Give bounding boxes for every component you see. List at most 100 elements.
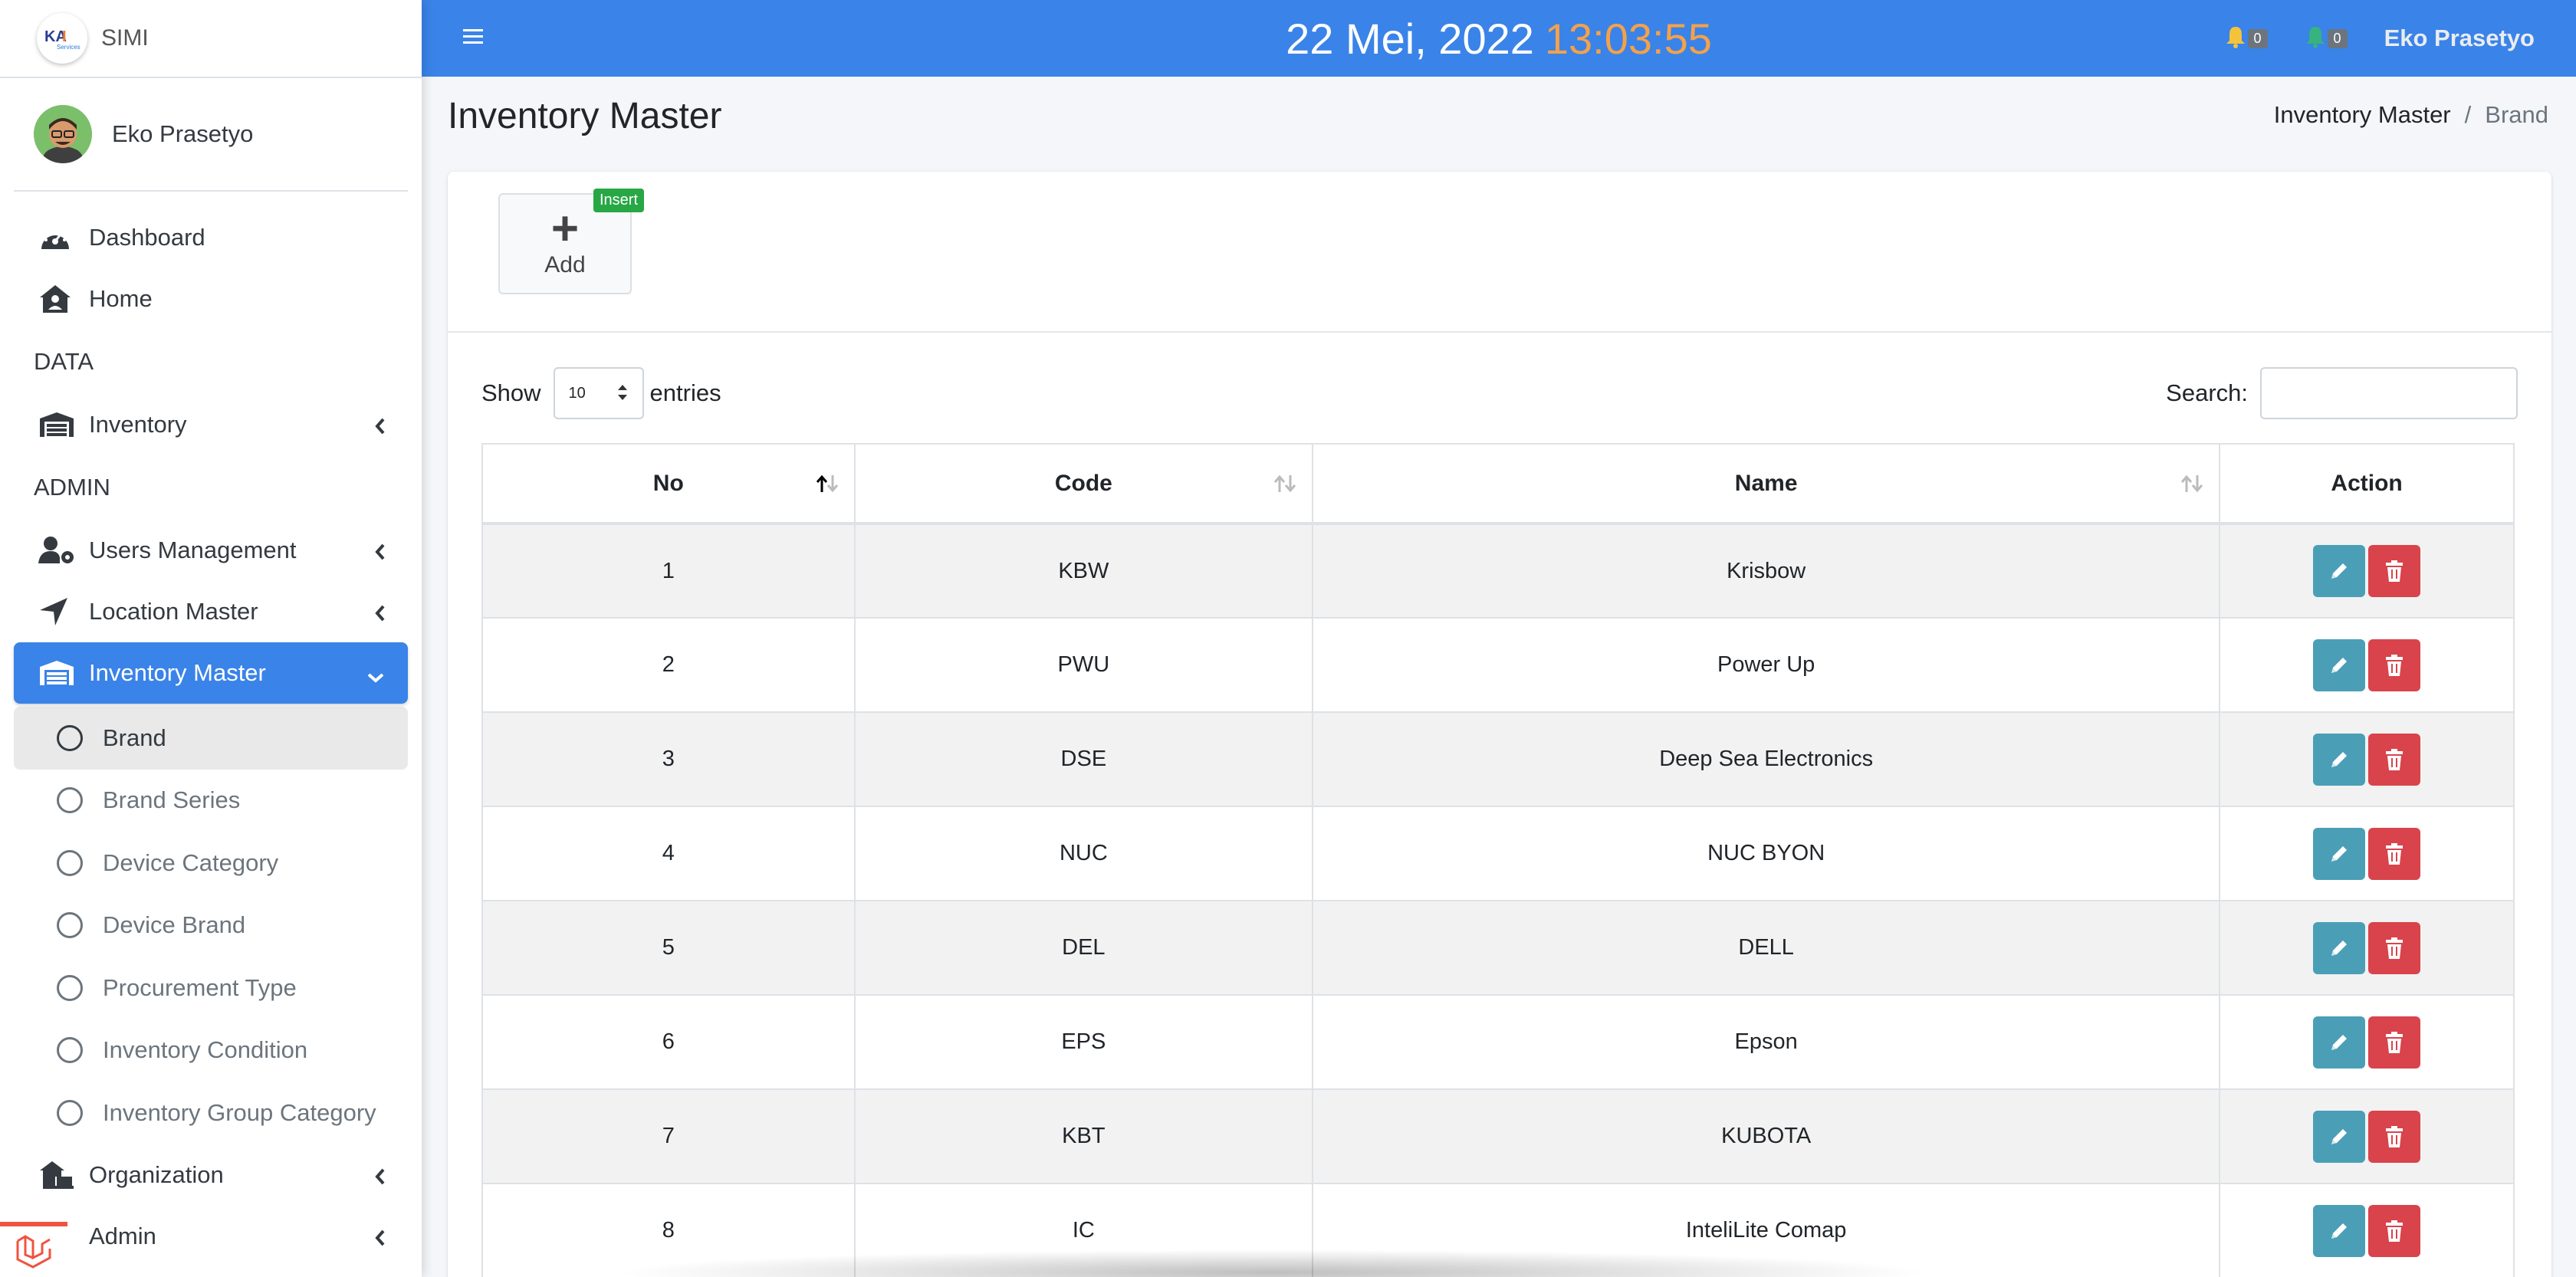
edit-button[interactable] [2313, 733, 2366, 786]
column-header-action: Action [2219, 443, 2515, 525]
svg-text:Services: Services [57, 44, 80, 51]
breadcrumb: Inventory Master / Brand [2274, 101, 2548, 129]
table-row: 4 NUC NUC BYON [481, 806, 2515, 901]
edit-button[interactable] [2313, 921, 2366, 974]
sidebar-item-label: Inventory [89, 411, 187, 438]
table-body: 1 KBW Krisbow 2 PWU Power Up 3 DSE Deep … [481, 523, 2515, 1277]
table-row: 7 KBT KUBOTA [481, 1088, 2515, 1184]
column-header-code[interactable]: Code [853, 443, 1314, 525]
sidebar-item-home[interactable]: Home [14, 268, 408, 330]
house-user-icon [38, 281, 77, 317]
show-entries: Show 10 entries [481, 366, 721, 420]
sidebar-subitem-brand-series[interactable]: Brand Series [14, 770, 408, 832]
entries-select[interactable]: 10 [553, 367, 644, 419]
cell-name: KUBOTA [1312, 1088, 2221, 1184]
sidebar-item-organization[interactable]: Organization [14, 1144, 408, 1206]
cell-name: DELL [1312, 900, 2221, 996]
avatar [34, 105, 92, 163]
sidebar-item-inventory-master[interactable]: Inventory Master [14, 642, 408, 704]
sidebar-item-label: Admin [89, 1222, 156, 1249]
notification-count: 0 [2327, 28, 2348, 48]
column-label: Name [1734, 470, 1798, 496]
edit-button[interactable] [2313, 1204, 2366, 1257]
column-header-no[interactable]: No [481, 443, 856, 525]
cell-code: PWU [853, 617, 1314, 713]
delete-button[interactable] [2368, 638, 2421, 691]
sort-icon [1272, 474, 1298, 500]
scroll-shadow [613, 1249, 1932, 1277]
sidebar-item-users-management[interactable]: Users Management [14, 520, 408, 581]
circle-icon [57, 787, 83, 814]
sidebar-item-label: Organization [89, 1160, 224, 1188]
sidebar-item-location-master[interactable]: Location Master [14, 581, 408, 642]
delete-button[interactable] [2368, 921, 2421, 974]
delete-button[interactable] [2368, 1016, 2421, 1069]
cell-no: 6 [481, 994, 856, 1090]
search-input[interactable] [2260, 367, 2518, 419]
entries-value: 10 [568, 384, 586, 402]
sidebar-item-inventory[interactable]: Inventory [14, 394, 408, 455]
date-text: 22 Mei, 2022 [1286, 14, 1534, 63]
sidebar-item-label: Home [89, 285, 153, 312]
entries-label: entries [649, 379, 721, 406]
circle-icon [57, 1037, 83, 1064]
sidebar-subitem-inventory-group-category[interactable]: Inventory Group Category [14, 1082, 408, 1144]
column-label: Action [2331, 470, 2403, 496]
sidebar-item-admin[interactable]: Admin [14, 1206, 408, 1267]
delete-button[interactable] [2368, 1110, 2421, 1163]
plus-icon: + [550, 202, 580, 255]
table-row: 6 EPS Epson [481, 994, 2515, 1090]
edit-button[interactable] [2313, 1110, 2366, 1163]
cell-action [2219, 523, 2515, 619]
chevron-down-icon [366, 662, 385, 690]
bell-icon [2305, 25, 2326, 52]
location-arrow-icon [38, 594, 77, 629]
content-card: + Add Insert Show 10 entries Search: No [448, 172, 2551, 1277]
delete-button[interactable] [2368, 827, 2421, 880]
delete-button[interactable] [2368, 733, 2421, 786]
notification-bell-green[interactable]: 0 [2305, 25, 2348, 52]
sidebar-subitem-label: Inventory Condition [103, 1036, 308, 1064]
sidebar-subitem-inventory-condition[interactable]: Inventory Condition [14, 1019, 408, 1082]
edit-button[interactable] [2313, 545, 2366, 597]
sidebar-item-label: Location Master [89, 598, 258, 625]
cell-name: Deep Sea Electronics [1312, 711, 2221, 807]
breadcrumb-item[interactable]: Inventory Master [2274, 101, 2451, 129]
kai-logo: KA I Services [37, 13, 87, 64]
notification-bell-yellow[interactable]: 0 [2225, 25, 2268, 52]
sidebar-subitem-device-category[interactable]: Device Category [14, 832, 408, 895]
sort-arrows-icon [616, 382, 629, 407]
sidebar-item-dashboard[interactable]: Dashboard [14, 207, 408, 268]
column-header-name[interactable]: Name [1312, 443, 2221, 525]
sidebar-subitem-procurement-type[interactable]: Procurement Type [14, 957, 408, 1019]
edit-button[interactable] [2313, 1016, 2366, 1069]
edit-button[interactable] [2313, 638, 2366, 691]
cell-name: Power Up [1312, 617, 2221, 713]
circle-icon [57, 974, 83, 1001]
cell-action [2219, 617, 2515, 713]
sidebar-subitem-label: Device Category [103, 849, 279, 876]
trash-icon [2386, 560, 2404, 582]
table-row: 5 DEL DELL [481, 900, 2515, 996]
table-header-row: No Code Name Action [481, 443, 2515, 525]
delete-button[interactable] [2368, 545, 2421, 597]
sidebar-subitem-label: Device Brand [103, 911, 246, 939]
edit-button[interactable] [2313, 827, 2366, 880]
brand-link[interactable]: KA I Services SIMI [0, 0, 422, 78]
cell-no: 7 [481, 1088, 856, 1184]
cell-action [2219, 806, 2515, 901]
delete-button[interactable] [2368, 1204, 2421, 1257]
table-row: 3 DSE Deep Sea Electronics [481, 711, 2515, 807]
user-panel[interactable]: Eko Prasetyo [14, 78, 408, 192]
cell-code: KBT [853, 1088, 1314, 1184]
house-laptop-icon [38, 1157, 77, 1193]
sidebar-subitem-brand[interactable]: Brand [14, 707, 408, 770]
topbar-user-name[interactable]: Eko Prasetyo [2384, 25, 2535, 52]
cell-name: Krisbow [1312, 523, 2221, 619]
brand-table: No Code Name Action 1 KBW Krisbow 2 PWU … [481, 443, 2515, 1277]
sort-asc-icon [814, 474, 840, 500]
gauge-icon [38, 220, 77, 255]
cell-code: NUC [853, 806, 1314, 901]
laravel-debugbar-icon[interactable] [0, 1222, 67, 1277]
sidebar-subitem-device-brand[interactable]: Device Brand [14, 895, 408, 957]
